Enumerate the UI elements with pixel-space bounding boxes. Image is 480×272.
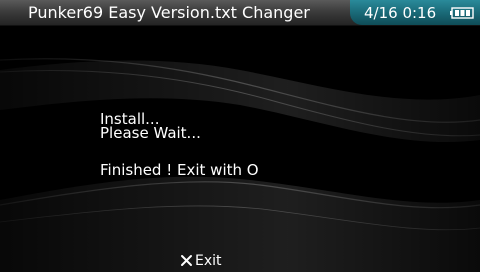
- exit-hint[interactable]: Exit: [180, 252, 222, 270]
- status-area: 4/16 0:16: [350, 0, 480, 25]
- exit-label: Exit: [195, 253, 222, 269]
- psp-screen: Punker69 Easy Version.txt Changer 4/16 0…: [0, 0, 480, 272]
- wave-background: [0, 58, 480, 272]
- clock: 4/16 0:16: [364, 4, 437, 22]
- battery-full-icon: [450, 7, 474, 19]
- cross-button-icon: [181, 255, 192, 266]
- progress-messages: Install... Please Wait...: [100, 112, 201, 142]
- app-title: Punker69 Easy Version.txt Changer: [28, 3, 310, 22]
- wait-message: Please Wait...: [100, 124, 201, 142]
- title-bar: Punker69 Easy Version.txt Changer 4/16 0…: [0, 0, 480, 26]
- finished-message: Finished ! Exit with O: [100, 161, 259, 179]
